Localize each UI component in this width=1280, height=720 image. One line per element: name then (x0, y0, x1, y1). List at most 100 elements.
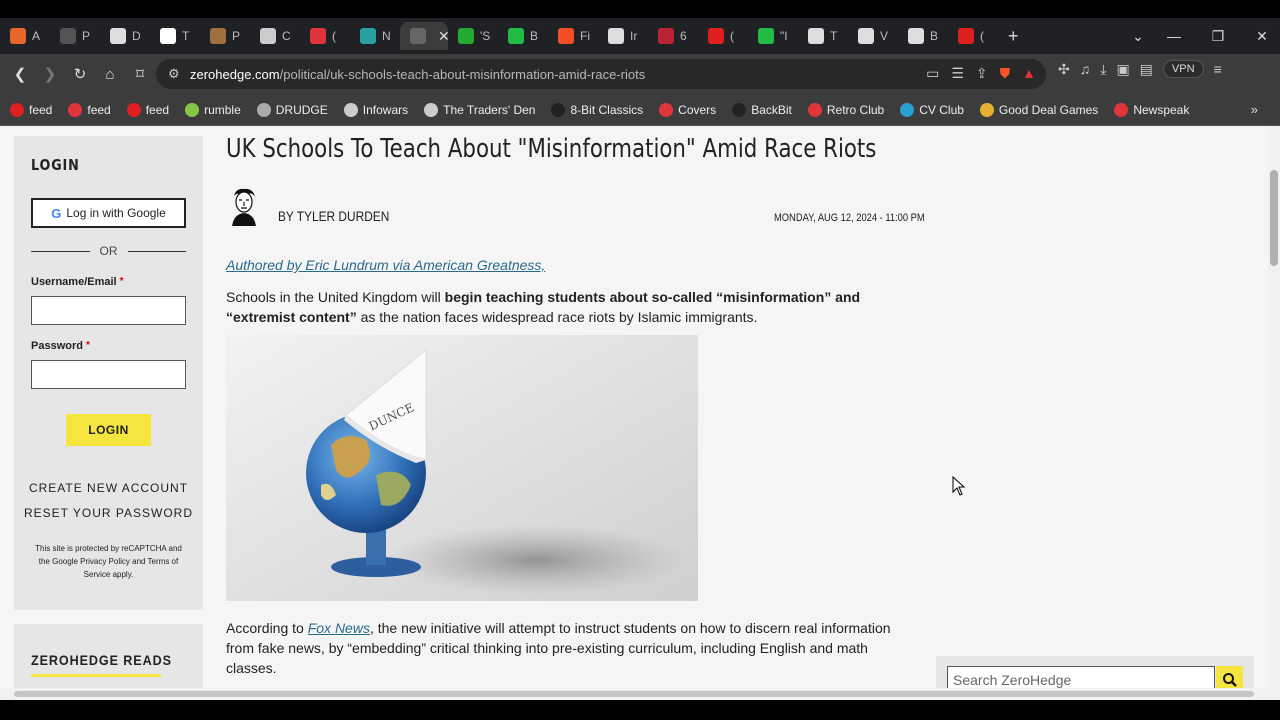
author-byline[interactable]: BY TYLER DURDEN (278, 208, 389, 224)
bookmark-icon[interactable]: ⌑ (126, 60, 154, 88)
bookmark-label: feed (29, 102, 53, 117)
top-black-strip (0, 0, 1280, 18)
browser-tab[interactable]: P (200, 22, 250, 50)
bookmark-favicon-icon (900, 102, 915, 117)
vertical-scrollbar[interactable] (1268, 126, 1280, 688)
username-field[interactable] (31, 296, 186, 325)
browser-tab[interactable]: C (250, 22, 300, 50)
brave-shields-icon[interactable]: ⛊ (1000, 65, 1011, 82)
home-icon[interactable]: ⌂ (96, 60, 124, 88)
new-tab-button[interactable]: + (998, 22, 1048, 50)
wallet-icon[interactable]: ▤ (1140, 61, 1153, 78)
browser-tab[interactable]: ( (698, 22, 748, 50)
restore-icon[interactable]: ❐ (1196, 18, 1240, 54)
tab-favicon-icon (310, 28, 326, 44)
bookmark-item[interactable]: BackBit (732, 102, 792, 117)
browser-tab[interactable]: V (848, 22, 898, 50)
bookmark-label: CV Club (919, 102, 964, 117)
tab-favicon-icon (260, 28, 276, 44)
bookmark-label: rumble (204, 102, 241, 117)
bookmark-label: DRUDGE (275, 102, 328, 117)
browser-tab[interactable]: "I (748, 22, 798, 50)
browser-tab[interactable]: A (0, 22, 50, 50)
bookmark-label: 8-Bit Classics (570, 102, 644, 117)
tab-title: N (382, 29, 391, 43)
browser-tab[interactable]: U✕ (400, 22, 450, 50)
bookmark-item[interactable]: The Traders' Den (424, 102, 535, 117)
bookmark-item[interactable]: Covers (659, 102, 717, 117)
p1-end: as the nation faces widespread race riot… (356, 309, 758, 325)
url-path: /political/uk-schools-teach-about-misinf… (279, 66, 646, 82)
forward-icon[interactable]: ❯ (36, 60, 64, 88)
minimize-icon[interactable]: — (1152, 18, 1196, 54)
create-account-link[interactable]: CREATE NEW ACCOUNT (14, 481, 203, 495)
author-avatar (226, 186, 262, 226)
browser-tab[interactable]: 6 (648, 22, 698, 50)
username-label: Username/Email * (31, 276, 124, 288)
reset-password-link[interactable]: RESET YOUR PASSWORD (14, 506, 203, 520)
browser-tab[interactable]: B (498, 22, 548, 50)
browser-tab[interactable]: B (898, 22, 948, 50)
tab-favicon-icon (758, 28, 774, 44)
vpn-button[interactable]: VPN (1162, 60, 1204, 78)
cast-icon[interactable]: ▭ (926, 65, 939, 82)
browser-tab[interactable]: Fi (548, 22, 598, 50)
share-icon[interactable]: ⇪ (976, 65, 988, 82)
bookmark-item[interactable]: Infowars (343, 102, 408, 117)
browser-tab[interactable]: T (798, 22, 848, 50)
sidebar-toggle-icon[interactable]: ▣ (1116, 61, 1129, 78)
bookmark-item[interactable]: Newspeak (1114, 102, 1189, 117)
browser-tab[interactable]: 'S (448, 22, 498, 50)
browser-tab[interactable]: ( (300, 22, 350, 50)
horizontal-scrollbar[interactable] (0, 688, 1280, 700)
browser-tab[interactable]: Ir (598, 22, 648, 50)
bookmark-favicon-icon (659, 102, 674, 117)
close-window-icon[interactable]: ✕ (1240, 18, 1280, 54)
media-icon[interactable]: ♫ (1080, 61, 1091, 77)
brave-rewards-icon[interactable]: ▲ (1022, 65, 1036, 82)
password-field[interactable] (31, 360, 186, 389)
tab-favicon-icon (958, 28, 974, 44)
menu-icon[interactable]: ≡ (1214, 61, 1222, 77)
bookmark-item[interactable]: CV Club (900, 102, 964, 117)
bookmark-favicon-icon (68, 102, 83, 117)
bookmark-item[interactable]: DRUDGE (256, 102, 328, 117)
search-button[interactable] (1216, 666, 1243, 688)
google-login-label: Log in with Google (66, 206, 166, 220)
browser-tab[interactable]: ( (948, 22, 998, 50)
required-mark: * (119, 276, 124, 287)
bookmark-favicon-icon (807, 102, 822, 117)
google-login-button[interactable]: G Log in with Google (31, 198, 186, 228)
authored-by-link[interactable]: Authored by Eric Lundrum via American Gr… (226, 257, 545, 273)
site-settings-icon[interactable]: ⚙ (168, 66, 190, 82)
scrollbar-thumb[interactable] (1270, 170, 1278, 266)
back-icon[interactable]: ❮ (6, 60, 34, 88)
reload-icon[interactable]: ↻ (66, 60, 94, 88)
browser-tab[interactable]: T (150, 22, 200, 50)
extensions-icon[interactable]: ✣ (1058, 61, 1070, 78)
bookmark-item[interactable]: Good Deal Games (979, 102, 1098, 117)
tab-title: 6 (680, 29, 687, 43)
bookmark-item[interactable]: 8-Bit Classics (551, 102, 644, 117)
tab-title: 'S (480, 29, 491, 43)
bookmark-item[interactable]: feed (126, 102, 169, 117)
bookmark-item[interactable]: Retro Club (807, 102, 884, 117)
browser-tab[interactable]: N (350, 22, 400, 50)
browser-tab[interactable]: D (100, 22, 150, 50)
reader-mode-icon[interactable]: ☰ (951, 65, 964, 82)
search-input[interactable]: Search ZeroHedge (947, 666, 1215, 688)
login-button[interactable]: LOGIN (66, 414, 151, 446)
bookmark-item[interactable]: feed (10, 102, 53, 117)
tab-favicon-icon (458, 28, 474, 44)
address-bar[interactable]: ⚙ zerohedge.com/political/uk-schools-tea… (156, 59, 1046, 89)
fox-news-link[interactable]: Fox News (308, 620, 370, 636)
tab-title: "I (780, 29, 788, 43)
bookmark-item[interactable]: rumble (185, 102, 241, 117)
bookmark-label: Covers (678, 102, 717, 117)
bookmark-favicon-icon (10, 102, 24, 117)
browser-tab[interactable]: P (50, 22, 100, 50)
horizontal-scrollbar-thumb[interactable] (14, 691, 1254, 697)
bookmarks-overflow-icon[interactable]: » (1251, 102, 1258, 117)
bookmark-item[interactable]: feed (68, 102, 111, 117)
downloads-icon[interactable]: ⤓ (1100, 61, 1106, 78)
